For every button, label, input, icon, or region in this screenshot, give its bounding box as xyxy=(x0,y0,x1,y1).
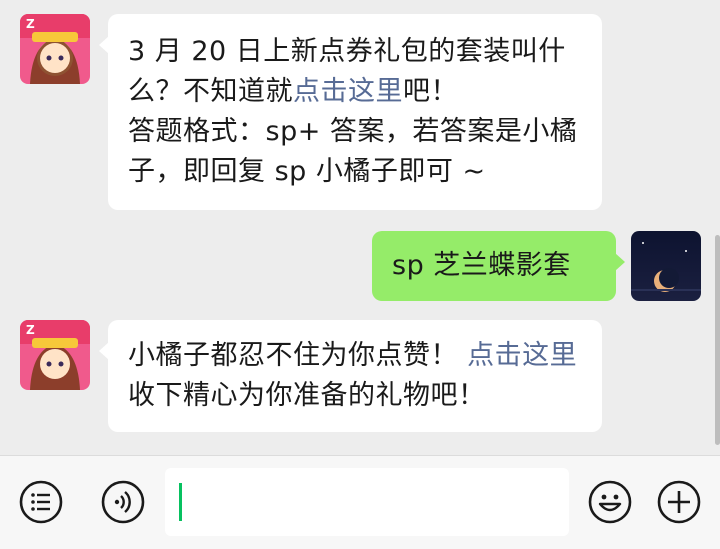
message-bubble-1: 3 月 20 日上新点券礼包的套装叫什 么？不知道就点击这里吧！ 答题格式：sp… xyxy=(99,14,602,210)
voice-icon[interactable] xyxy=(99,478,147,526)
add-icon[interactable] xyxy=(655,478,703,526)
text-cursor xyxy=(179,483,182,521)
input-bar xyxy=(0,455,720,549)
message-input[interactable] xyxy=(165,468,569,536)
svg-text:Z: Z xyxy=(26,17,35,31)
moon-night-avatar-icon[interactable] xyxy=(631,231,701,301)
message-bubble-2: sp 芝兰蝶影套装 xyxy=(372,231,625,351)
message-line: 收下精心为你准备的礼物吧！ xyxy=(128,380,486,411)
game-avatar-icon[interactable]: Z xyxy=(20,320,90,390)
message-line: 小橘子都忍不住为你点赞！ 点击这里 xyxy=(128,340,578,371)
message-line: 3 月 20 日上新点券礼包的套装叫什 xyxy=(128,36,566,67)
emoji-icon[interactable] xyxy=(586,478,634,526)
chat-area: Z 3 月 20 日上新点券礼包的套装叫什 么？不知道就点击这里吧！ 答题格式：… xyxy=(0,0,720,455)
game-avatar-icon[interactable]: Z xyxy=(20,14,90,84)
svg-text:Z: Z xyxy=(26,323,35,337)
scrollbar[interactable] xyxy=(715,235,720,445)
message-line: 答题格式：sp+ 答案，若答案是小橘 xyxy=(128,116,578,147)
click-here-link[interactable]: 点击这里 xyxy=(467,340,577,371)
message-line: 么？不知道就点击这里吧！ xyxy=(128,76,458,107)
message-bubble-3: 小橘子都忍不住为你点赞！ 点击这里 收下精心为你准备的礼物吧！ xyxy=(99,320,602,432)
menu-icon[interactable] xyxy=(17,478,65,526)
click-here-link[interactable]: 点击这里 xyxy=(293,76,403,107)
message-line: 子，即回复 sp 小橘子即可 ~ xyxy=(128,156,486,187)
